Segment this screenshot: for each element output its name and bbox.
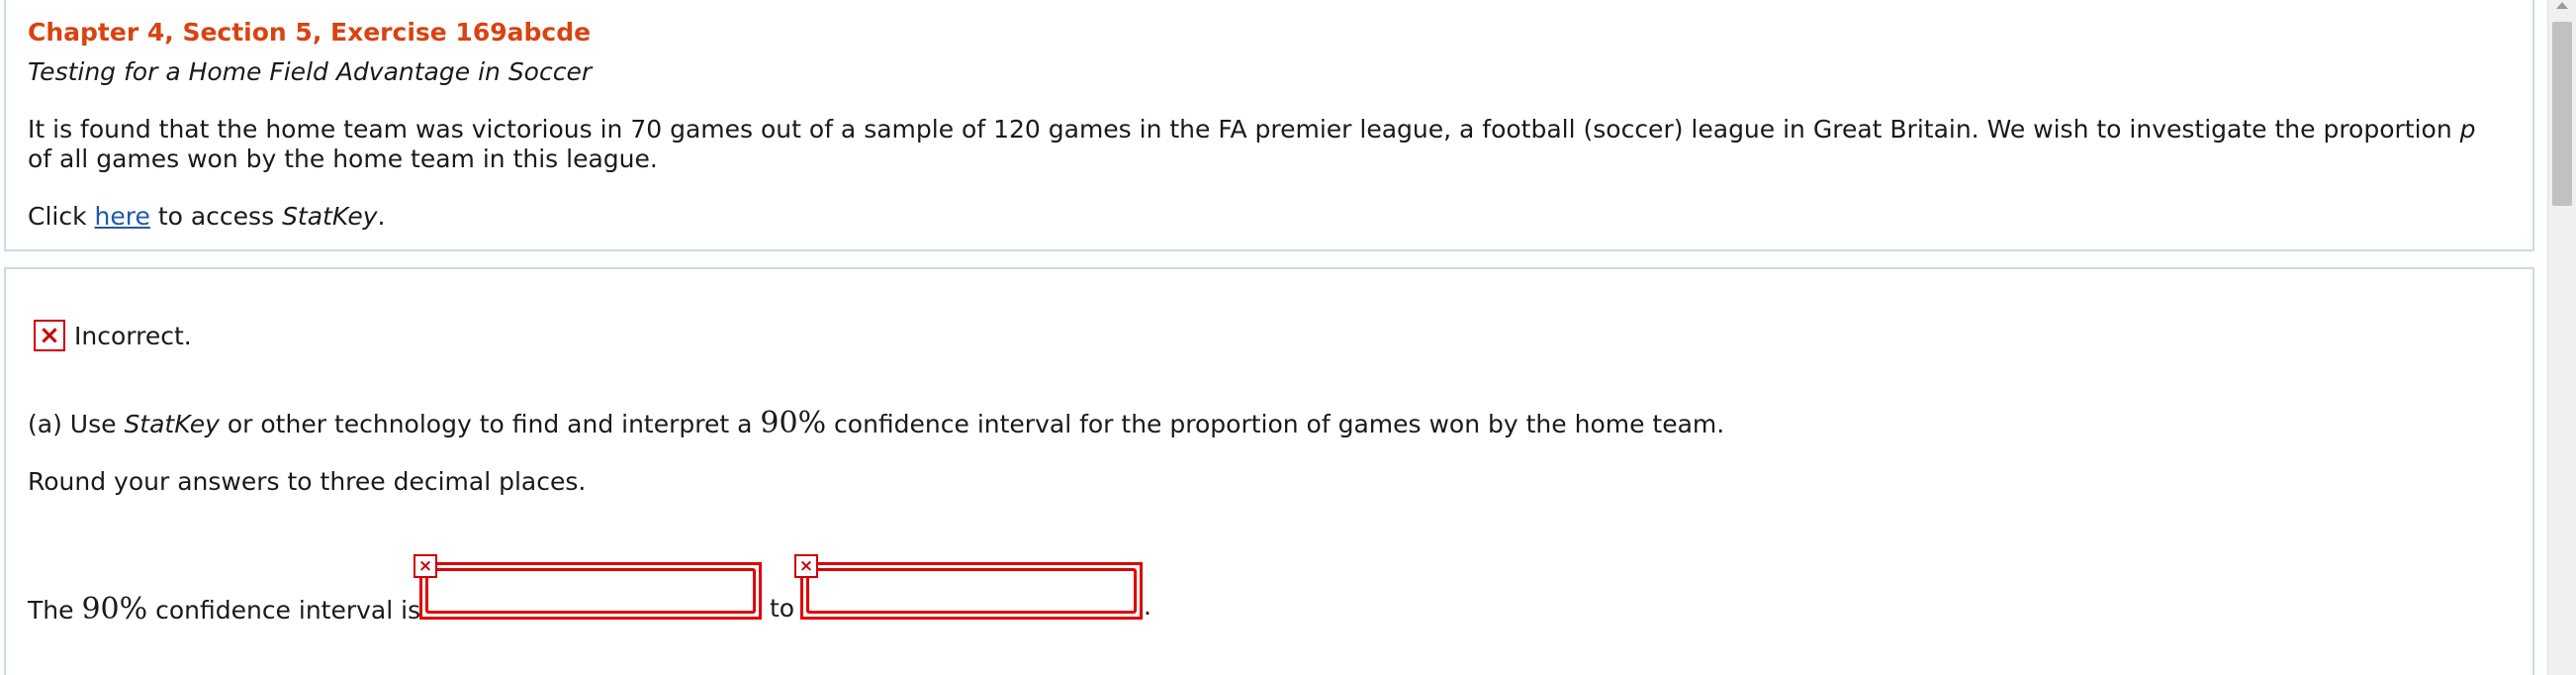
page: Chapter 4, Section 5, Exercise 169abcde … xyxy=(0,0,2576,675)
exercise-subtitle: Testing for a Home Field Advantage in So… xyxy=(28,57,593,86)
lower-bound-error-icon: × xyxy=(414,554,437,578)
exercise-title: Chapter 4, Section 5, Exercise 169abcde xyxy=(28,18,592,47)
ci-suffix: confidence interval is: xyxy=(147,596,429,625)
problem-text-end: of all games won by the home team in thi… xyxy=(28,145,658,173)
ci-percent: 90% xyxy=(81,592,148,627)
part-a-suffix: confidence interval for the proportion o… xyxy=(826,410,1725,438)
sentence-period: . xyxy=(1144,592,1151,621)
rounding-instruction: Round your answers to three decimal plac… xyxy=(28,467,587,496)
statkey-link[interactable]: here xyxy=(95,202,150,231)
result-status: × Incorrect. xyxy=(34,319,192,352)
problem-text-start: It is found that the home team was victo… xyxy=(28,115,2460,144)
lower-bound-input[interactable] xyxy=(425,568,756,614)
incorrect-x-icon: × xyxy=(34,320,65,351)
scroll-up-icon[interactable] xyxy=(2556,2,2568,9)
part-a-prefix: (a) Use xyxy=(28,410,125,438)
upper-bound-input[interactable] xyxy=(806,568,1137,614)
result-status-text: Incorrect. xyxy=(74,321,192,350)
part-a-middle: or other technology to find and interpre… xyxy=(219,410,761,438)
question-panel: Chapter 4, Section 5, Exercise 169abcde … xyxy=(4,0,2534,251)
problem-statement: It is found that the home team was victo… xyxy=(28,115,2501,174)
part-a-tool: StatKey xyxy=(124,410,220,438)
vertical-scrollbar[interactable] xyxy=(2547,0,2576,675)
lower-bound-field-wrapper xyxy=(419,562,762,620)
confidence-interval-label: The 90% confidence interval is: xyxy=(28,592,429,627)
answer-panel: × Incorrect. (a) Use StatKey or other te… xyxy=(4,267,2534,675)
part-a-percent: 90% xyxy=(760,406,827,440)
access-middle: to access xyxy=(149,202,283,231)
statkey-name: StatKey xyxy=(282,202,378,231)
scrollbar-thumb[interactable] xyxy=(2552,22,2572,206)
statkey-access-line: Click here to access StatKey. xyxy=(28,202,386,231)
access-suffix: . xyxy=(377,202,386,231)
proportion-variable: p xyxy=(2459,115,2476,144)
access-prefix: Click xyxy=(28,202,95,231)
upper-bound-field-wrapper xyxy=(800,562,1143,620)
to-label: to xyxy=(770,594,795,623)
upper-bound-error-icon: × xyxy=(794,554,818,578)
part-a-question: (a) Use StatKey or other technology to f… xyxy=(28,406,1724,440)
ci-prefix: The xyxy=(28,596,82,625)
